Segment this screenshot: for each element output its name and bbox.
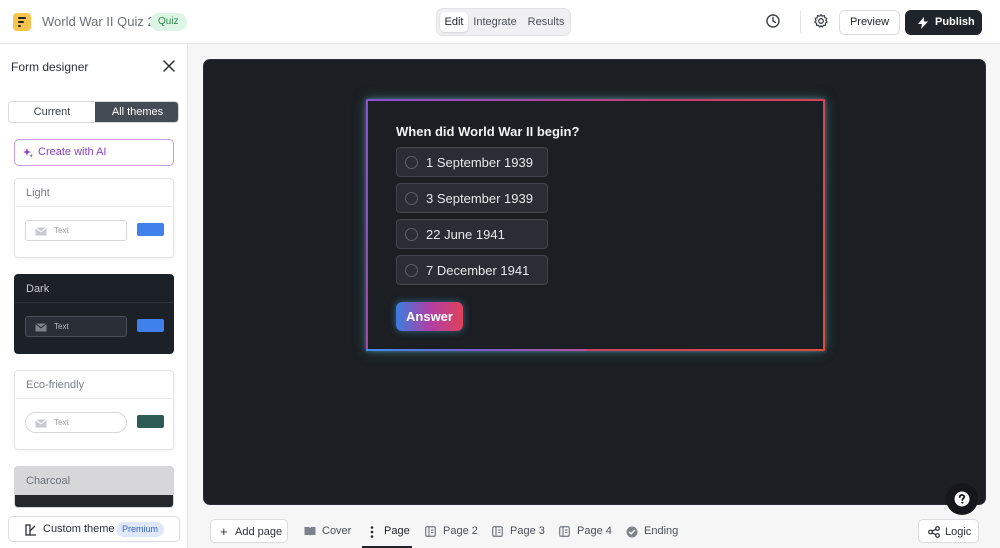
theme-card-light[interactable]: Light Text xyxy=(14,178,174,258)
question-card[interactable]: When did World War II begin? 1 September… xyxy=(366,99,825,351)
app-logo-icon[interactable] xyxy=(13,13,31,31)
tab-results[interactable]: Results xyxy=(524,12,568,32)
mail-icon xyxy=(35,227,47,236)
radio-icon[interactable] xyxy=(405,156,418,169)
paint-roller-icon xyxy=(25,524,36,536)
top-bar: World War II Quiz 2 Quiz Edit Integrate … xyxy=(0,0,1000,44)
radio-icon[interactable] xyxy=(405,192,418,205)
publish-label: Publish xyxy=(935,16,975,28)
theme-accent-swatch xyxy=(137,223,164,236)
form-preview-canvas: When did World War II begin? 1 September… xyxy=(203,59,986,505)
sample-field-text: Text xyxy=(54,322,69,331)
page-icon xyxy=(425,526,436,537)
preview-button[interactable]: Preview xyxy=(839,10,900,35)
add-page-button[interactable]: + Add page xyxy=(210,519,288,543)
page-tab-label: Ending xyxy=(644,525,679,537)
theme-name: Dark xyxy=(26,283,50,295)
custom-theme-label: Custom theme xyxy=(43,523,115,535)
theme-sample-field: Text xyxy=(25,412,127,433)
page-icon xyxy=(559,526,570,537)
quiz-badge: Quiz xyxy=(150,13,187,31)
page-tab-label: Cover xyxy=(322,525,352,537)
create-with-ai-button[interactable]: Create with AI xyxy=(14,139,174,166)
tab-integrate[interactable]: Integrate xyxy=(471,12,519,32)
mail-icon xyxy=(35,323,47,332)
sample-field-text: Text xyxy=(54,418,69,427)
check-circle-icon xyxy=(626,526,638,538)
card-border-gradient xyxy=(366,349,586,351)
book-icon xyxy=(304,527,316,536)
help-button[interactable] xyxy=(946,483,978,515)
page-navigation-bar: + Add page Cover Page Page 2 Page 3 Page… xyxy=(188,512,1000,548)
divider xyxy=(15,398,173,399)
page-tab-label: Page 3 xyxy=(510,525,545,537)
form-title[interactable]: World War II Quiz 2 xyxy=(42,14,155,29)
question-text[interactable]: When did World War II begin? xyxy=(396,124,579,139)
question-mark-icon xyxy=(954,491,970,507)
theme-name: Light xyxy=(26,187,50,199)
plus-icon: + xyxy=(220,524,228,539)
theme-card-charcoal[interactable]: Charcoal xyxy=(14,466,174,508)
segment-current[interactable]: Current xyxy=(9,102,95,122)
form-designer-panel: Form designer Current All themes Create … xyxy=(0,44,188,548)
radio-icon[interactable] xyxy=(405,264,418,277)
share-nodes-icon xyxy=(928,526,940,538)
theme-name: Charcoal xyxy=(26,475,71,487)
radio-icon[interactable] xyxy=(405,228,418,241)
divider xyxy=(800,11,801,33)
vertical-dots-icon xyxy=(370,526,374,538)
mail-icon xyxy=(35,419,47,428)
theme-accent-swatch xyxy=(137,415,164,428)
settings-gear-icon[interactable] xyxy=(812,12,832,32)
page-icon xyxy=(492,526,503,537)
option-label: 1 September 1939 xyxy=(426,155,533,170)
answer-option[interactable]: 3 September 1939 xyxy=(396,183,548,213)
page-tab-label: Page 4 xyxy=(577,525,612,537)
mode-tabs: Edit Integrate Results xyxy=(436,8,571,36)
segment-all-themes[interactable]: All themes xyxy=(95,102,178,122)
theme-preview xyxy=(15,495,173,507)
page-tab-label: Page xyxy=(384,525,410,537)
custom-theme-button[interactable]: Custom theme Premium xyxy=(8,516,180,542)
theme-accent-swatch xyxy=(137,319,164,332)
answer-option[interactable]: 7 December 1941 xyxy=(396,255,548,285)
history-icon[interactable] xyxy=(764,12,784,32)
option-label: 7 December 1941 xyxy=(426,263,530,278)
ai-button-label: Create with AI xyxy=(38,146,107,158)
answer-button[interactable]: Answer xyxy=(396,302,463,331)
logic-label: Logic xyxy=(945,526,972,538)
theme-card-eco-friendly[interactable]: Eco-friendly Text xyxy=(14,370,174,450)
sample-field-text: Text xyxy=(54,226,69,235)
option-label: 22 June 1941 xyxy=(426,227,505,242)
add-page-label: Add page xyxy=(235,526,283,538)
theme-scope-toggle: Current All themes xyxy=(8,101,179,123)
page-tab-label: Page 2 xyxy=(443,525,478,537)
divider xyxy=(15,206,173,207)
logic-button[interactable]: Logic xyxy=(918,519,979,543)
theme-card-dark[interactable]: Dark Text xyxy=(14,274,174,354)
lightning-icon xyxy=(918,17,928,29)
tab-edit[interactable]: Edit xyxy=(440,12,468,32)
panel-title: Form designer xyxy=(11,60,89,74)
theme-sample-field: Text xyxy=(25,316,127,337)
divider xyxy=(15,302,173,303)
premium-badge: Premium xyxy=(116,522,165,537)
publish-button[interactable]: Publish xyxy=(905,10,982,35)
answer-option[interactable]: 22 June 1941 xyxy=(396,219,548,249)
answer-option[interactable]: 1 September 1939 xyxy=(396,147,548,177)
theme-name: Eco-friendly xyxy=(26,379,85,391)
close-icon[interactable] xyxy=(162,59,176,73)
sparkle-icon xyxy=(23,148,33,158)
theme-sample-field: Text xyxy=(25,220,127,241)
option-label: 3 September 1939 xyxy=(426,191,533,206)
